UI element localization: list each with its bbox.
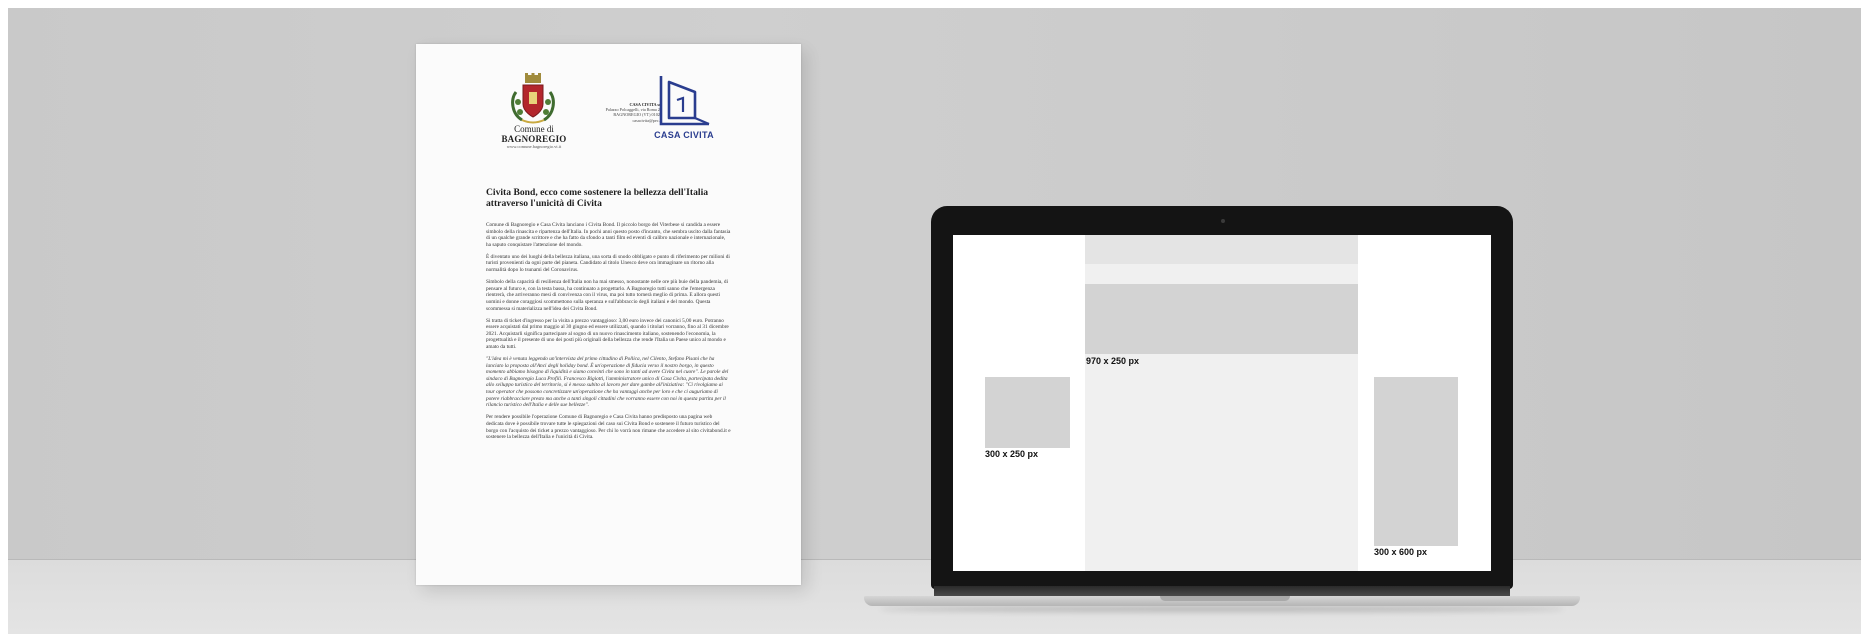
comune-label: Comune di <box>514 124 554 134</box>
comune-name: BAGNOREGIO <box>501 134 567 144</box>
paragraph: Simbolo della capacità di resilienza del… <box>486 279 729 312</box>
document-title: Civita Bond, ecco come sostenere la bell… <box>486 187 709 209</box>
casa-civita-logo-text: CASA CIVITA <box>654 130 714 140</box>
webcam-icon <box>1221 219 1225 223</box>
leaderboard-ad-label: 970 x 250 px <box>1086 356 1140 366</box>
laptop-hinge <box>934 586 1510 596</box>
document-body: Comune di Bagnoregio e Casa Civita lanci… <box>486 222 731 446</box>
rectangle-ad-label: 300 x 250 px <box>985 449 1039 459</box>
laptop-screen: 970 x 250 px 300 x 250 px 300 x 600 px <box>953 235 1491 571</box>
top-ad-placeholder <box>1085 235 1358 264</box>
comune-logo-text: Comune di BAGNOREGIO www.comune.bagnoreg… <box>494 124 574 150</box>
leaderboard-ad-placeholder <box>1085 284 1358 354</box>
mockup-scene: Comune di BAGNOREGIO www.comune.bagnoreg… <box>0 0 1861 634</box>
paragraph: Per rendere possibile l'operazione Comun… <box>486 414 731 441</box>
paragraph: Si tratta di ticket d'ingresso per la vi… <box>486 317 729 350</box>
laptop-base-notch <box>1160 596 1290 601</box>
half-page-ad-label: 300 x 600 px <box>1374 547 1428 557</box>
address-email: casacivita@pec.it <box>632 117 662 123</box>
comune-website: www.comune.bagnoregio.vt.it <box>506 144 562 149</box>
rectangle-ad-placeholder <box>985 377 1070 448</box>
press-release-paper: Comune di BAGNOREGIO www.comune.bagnoreg… <box>416 44 801 585</box>
casa-civita-address: CASA CIVITA srl Palazzo Polcaggelli, via… <box>572 102 662 123</box>
paragraph: Comune di Bagnoregio e Casa Civita lanci… <box>486 222 731 248</box>
comune-crest-icon <box>511 73 555 124</box>
laptop-shadow <box>880 606 1564 612</box>
casa-civita-logo-icon <box>659 76 710 126</box>
paragraph: È diventato uno dei luoghi della bellezz… <box>486 253 730 274</box>
quote-paragraph: "L'idea mi è venuta leggendo un'intervis… <box>486 356 729 409</box>
half-page-ad-placeholder <box>1374 377 1458 546</box>
